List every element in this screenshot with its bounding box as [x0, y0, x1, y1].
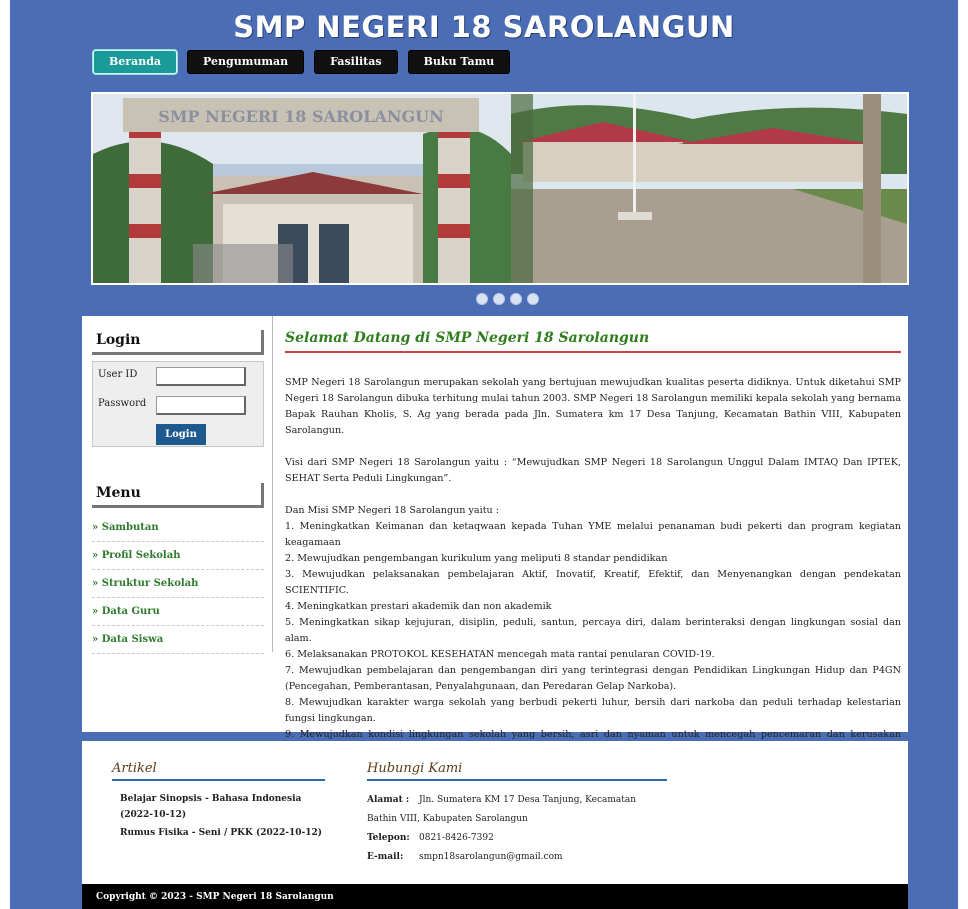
- email-value: smpn18sarolangun@gmail.com: [419, 852, 563, 862]
- nav-fasilitas[interactable]: Fasilitas: [314, 50, 398, 74]
- artikel-section: Artikel Belajar Sinopsis - Bahasa Indone…: [112, 761, 325, 843]
- password-input[interactable]: [156, 396, 246, 415]
- misi-item: 8. Mewujudkan karakter warga sekolah yan…: [285, 697, 901, 724]
- userid-label: User ID: [98, 369, 138, 380]
- contact-heading: Hubungi Kami: [367, 761, 667, 781]
- login-heading: Login: [92, 330, 264, 355]
- misi-item: 4. Meningkatkan prestari akademik dan no…: [285, 601, 552, 612]
- menu-item-profil-sekolah[interactable]: » Profil Sekolah: [92, 542, 264, 570]
- userid-input[interactable]: [156, 367, 246, 386]
- artikel-item[interactable]: Rumus Fisika - Seni / PKK (2022-10-12): [112, 825, 325, 841]
- main-body: SMP Negeri 18 Sarolangun merupakan sekol…: [285, 375, 901, 759]
- artikel-list: Belajar Sinopsis - Bahasa Indonesia (202…: [112, 791, 325, 841]
- gate-sign: SMP NEGERI 18 SAROLANGUN: [158, 107, 443, 126]
- misi-item: 2. Mewujudkan pengembangan kurikulum yan…: [285, 553, 668, 564]
- nav-pengumuman[interactable]: Pengumuman: [187, 50, 305, 74]
- banner-slider[interactable]: SMP NEGERI 18 SAROLANGUN: [91, 92, 909, 285]
- sidebar: Login User ID Password Login Menu » Samb…: [92, 330, 273, 654]
- nav-beranda[interactable]: Beranda: [93, 50, 178, 74]
- misi-item: 7. Mewujudkan pembelajaran dan pengemban…: [285, 665, 901, 692]
- menu-item-data-siswa[interactable]: » Data Siswa: [92, 626, 264, 654]
- page-title: Selamat Datang di SMP Negeri 18 Sarolang…: [285, 330, 901, 353]
- site-title: SMP NEGERI 18 SAROLANGUN: [233, 10, 735, 44]
- login-form: User ID Password Login: [92, 361, 264, 447]
- misi-item: 6. Melaksanakan PROTOKOL KESEHATAN mence…: [285, 649, 715, 660]
- password-label: Password: [98, 398, 147, 409]
- email-label: E-mail:: [367, 852, 404, 862]
- slider-dot-2[interactable]: [493, 293, 505, 305]
- slider-dots: [476, 293, 539, 305]
- footer-info: Artikel Belajar Sinopsis - Bahasa Indone…: [82, 741, 908, 884]
- misi-item: 3. Mewujudkan pelaksanakan pembelajaran …: [285, 569, 901, 596]
- contact-section: Hubungi Kami Alamat : Jln. Sumatera KM 17…: [367, 761, 667, 867]
- slider-dot-3[interactable]: [510, 293, 522, 305]
- artikel-heading: Artikel: [112, 761, 325, 781]
- slider-dot-4[interactable]: [527, 293, 539, 305]
- content-panel: Login User ID Password Login Menu » Samb…: [82, 316, 908, 756]
- telepon-label: Telepon:: [367, 833, 410, 843]
- artikel-item[interactable]: Belajar Sinopsis - Bahasa Indonesia (202…: [112, 791, 325, 823]
- menu-heading: Menu: [92, 483, 264, 508]
- nav-buku-tamu[interactable]: Buku Tamu: [407, 50, 511, 74]
- login-button[interactable]: Login: [156, 424, 206, 445]
- copyright-bar: Copyright © 2023 - SMP Negeri 18 Sarolan…: [82, 884, 908, 909]
- alamat-label: Alamat :: [367, 795, 410, 805]
- intro-paragraph: SMP Negeri 18 Sarolangun merupakan sekol…: [285, 377, 901, 436]
- menu-item-sambutan[interactable]: » Sambutan: [92, 514, 264, 542]
- menu-item-data-guru[interactable]: » Data Guru: [92, 598, 264, 626]
- school-photo: SMP NEGERI 18 SAROLANGUN: [93, 94, 907, 283]
- contact-details: Alamat : Jln. Sumatera KM 17 Desa Tanjung…: [367, 791, 667, 867]
- sidebar-menu: » Sambutan » Profil Sekolah » Struktur S…: [92, 514, 264, 654]
- slider-dot-1[interactable]: [476, 293, 488, 305]
- main-nav: Beranda Pengumuman Fasilitas Buku Tamu: [93, 50, 511, 74]
- misi-item: 5. Meningkatkan sikap kejujuran, disipli…: [285, 617, 901, 644]
- visi-paragraph: Visi dari SMP Negeri 18 Sarolangun yaitu…: [285, 457, 901, 484]
- menu-item-struktur-sekolah[interactable]: » Struktur Sekolah: [92, 570, 264, 598]
- misi-item: 1. Meningkatkan Keimanan dan ketaqwaan k…: [285, 521, 901, 548]
- main-content: Selamat Datang di SMP Negeri 18 Sarolang…: [285, 330, 901, 759]
- telepon-value: 0821-8426-7392: [419, 833, 494, 843]
- misi-heading: Dan Misi SMP Negeri 18 Sarolangun yaitu …: [285, 505, 500, 516]
